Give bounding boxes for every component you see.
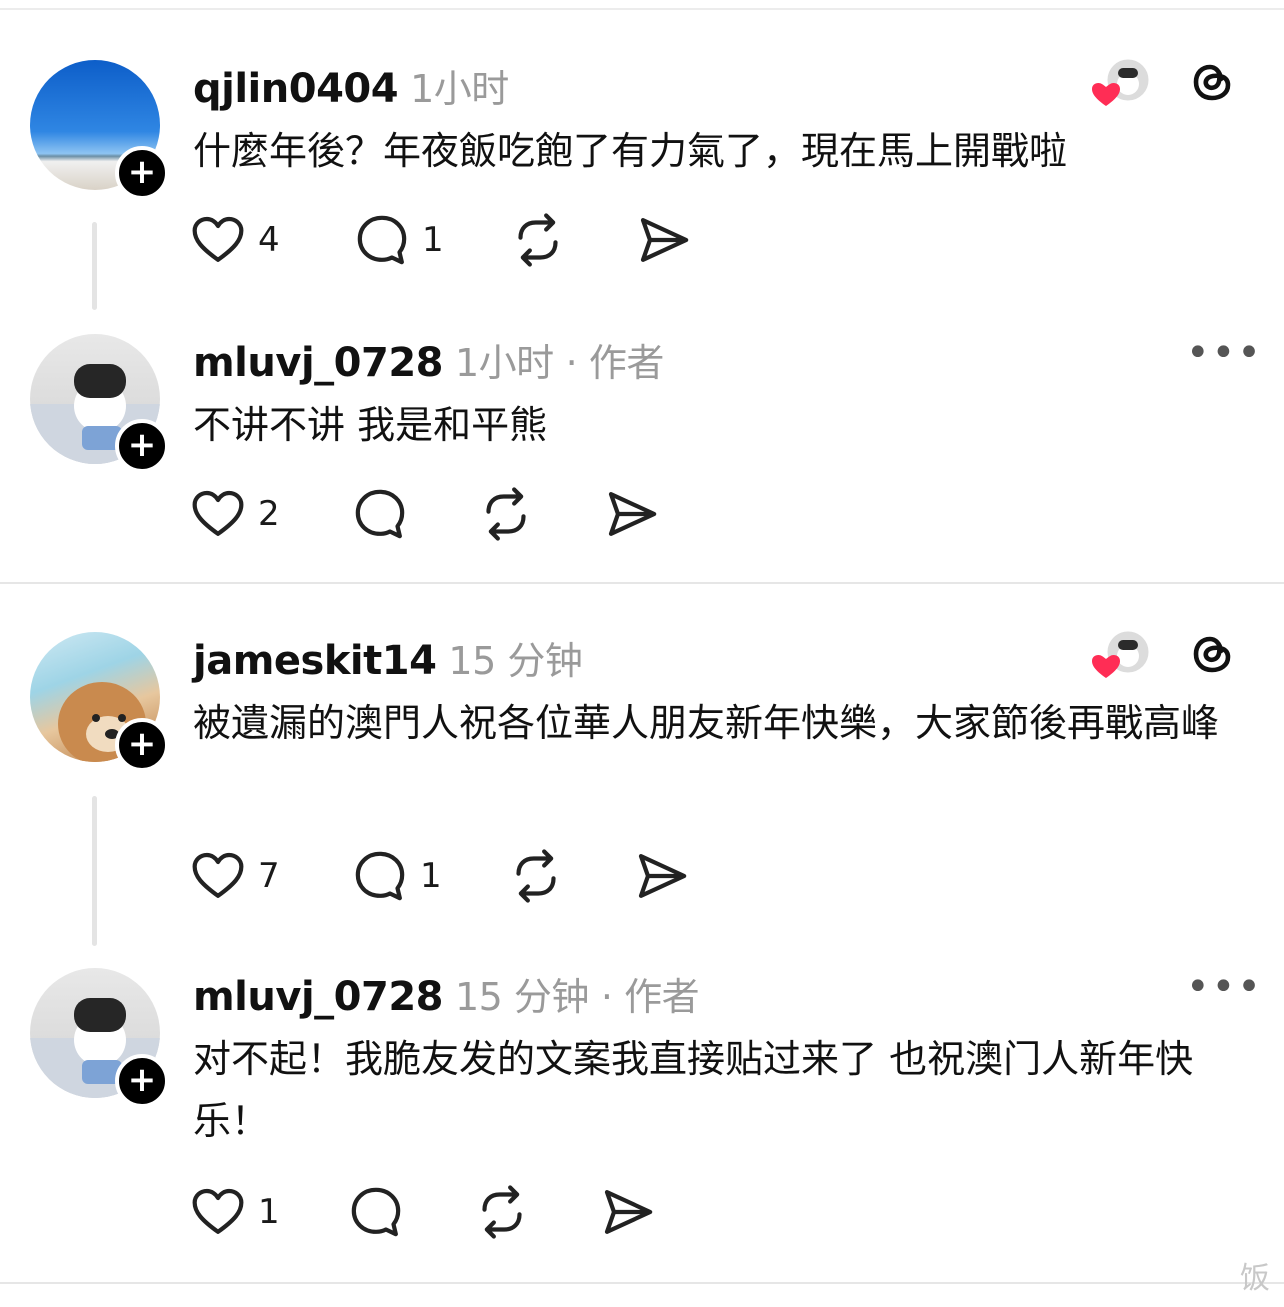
follow-plus-button[interactable]: + bbox=[115, 718, 169, 772]
watermark: 饭 bbox=[1240, 1261, 1270, 1296]
username-link[interactable]: mluvj_0728 bbox=[193, 974, 443, 1020]
author-tag: · 作者 bbox=[600, 975, 700, 1019]
post-time: 15 分钟 bbox=[448, 639, 583, 683]
post-text: 被遺漏的澳門人祝各位華人朋友新年快樂，大家節後再戰高峰 bbox=[193, 701, 1220, 745]
thread-divider bbox=[0, 582, 1284, 584]
repost-button[interactable] bbox=[510, 212, 566, 268]
follow-plus-button[interactable]: + bbox=[115, 419, 169, 473]
heart-icon bbox=[190, 212, 246, 268]
reply-button[interactable] bbox=[352, 486, 408, 542]
share-icon bbox=[636, 212, 692, 268]
comment-icon bbox=[354, 212, 410, 268]
post-text: 什麼年後？年夜飯吃飽了有力氣了，現在馬上開戰啦 bbox=[193, 129, 1068, 173]
comment-icon bbox=[348, 1184, 404, 1240]
reply-count: 1 bbox=[420, 856, 442, 896]
like-button[interactable]: 1 bbox=[190, 1184, 280, 1240]
reply-count: 1 bbox=[422, 220, 444, 260]
repost-icon bbox=[508, 848, 564, 904]
thread-connector-line bbox=[92, 222, 97, 310]
post-time: 1小时 bbox=[410, 67, 509, 111]
like-button[interactable]: 7 bbox=[190, 848, 280, 904]
share-button[interactable] bbox=[604, 486, 660, 542]
reply-button[interactable]: 1 bbox=[354, 212, 444, 268]
reply-button[interactable] bbox=[348, 1184, 404, 1240]
like-button[interactable]: 4 bbox=[190, 212, 280, 268]
like-count: 7 bbox=[258, 856, 280, 896]
top-divider bbox=[0, 8, 1284, 10]
share-icon bbox=[634, 848, 690, 904]
follow-plus-button[interactable]: + bbox=[115, 146, 169, 200]
post-time: 1小时 bbox=[454, 341, 554, 385]
like-count: 4 bbox=[258, 220, 280, 260]
post-header: mluvj_0728 15 分钟 · 作者 bbox=[193, 966, 700, 1021]
share-button[interactable] bbox=[634, 848, 690, 904]
liked-by-author-icon bbox=[1092, 628, 1150, 678]
share-button[interactable] bbox=[636, 212, 692, 268]
share-icon bbox=[600, 1184, 656, 1240]
post-header: mluvj_0728 1小时 · 作者 bbox=[193, 332, 664, 387]
repost-button[interactable] bbox=[478, 486, 534, 542]
comment-icon bbox=[352, 848, 408, 904]
repost-button[interactable] bbox=[508, 848, 564, 904]
repost-icon bbox=[510, 212, 566, 268]
follow-plus-button[interactable]: + bbox=[115, 1054, 169, 1108]
username-link[interactable]: mluvj_0728 bbox=[193, 340, 443, 386]
heart-icon bbox=[190, 486, 246, 542]
username-link[interactable]: qjlin0404 bbox=[193, 66, 399, 112]
like-count: 2 bbox=[258, 494, 280, 534]
thread-connector-line bbox=[92, 796, 97, 946]
heart-icon bbox=[190, 1184, 246, 1240]
more-options-button[interactable]: ••• bbox=[1186, 330, 1263, 376]
post-header: jameskit14 15 分钟 bbox=[193, 630, 583, 685]
like-button[interactable]: 2 bbox=[190, 486, 280, 542]
author-tag: · 作者 bbox=[565, 341, 665, 385]
share-icon bbox=[604, 486, 660, 542]
repost-icon bbox=[478, 486, 534, 542]
more-options-button[interactable]: ••• bbox=[1186, 964, 1263, 1010]
heart-icon bbox=[190, 848, 246, 904]
username-link[interactable]: jameskit14 bbox=[193, 638, 437, 684]
liked-by-author-icon bbox=[1092, 56, 1150, 106]
post-time: 15 分钟 bbox=[454, 975, 589, 1019]
thread-divider bbox=[0, 1282, 1284, 1284]
reply-button[interactable]: 1 bbox=[352, 848, 442, 904]
post-text: 对不起！我脆友发的文案我直接贴过来了 也祝澳门人新年快乐！ bbox=[193, 1037, 1194, 1143]
share-button[interactable] bbox=[600, 1184, 656, 1240]
threads-icon[interactable] bbox=[1188, 630, 1236, 678]
threads-icon[interactable] bbox=[1188, 58, 1236, 106]
comment-icon bbox=[352, 486, 408, 542]
repost-icon bbox=[474, 1184, 530, 1240]
like-count: 1 bbox=[258, 1192, 280, 1232]
repost-button[interactable] bbox=[474, 1184, 530, 1240]
post-text: 不讲不讲 我是和平熊 bbox=[193, 403, 548, 447]
post-header: qjlin0404 1小时 bbox=[193, 58, 509, 113]
